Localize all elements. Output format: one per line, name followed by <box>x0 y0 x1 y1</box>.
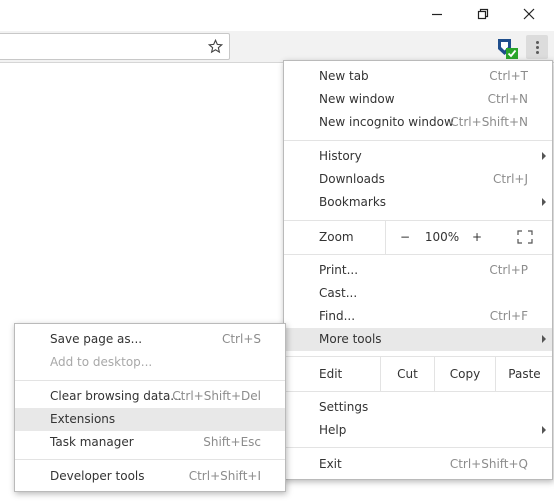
menu-item-cast[interactable]: Cast... <box>284 282 552 305</box>
restore-icon <box>477 8 489 20</box>
menu-label: Add to desktop... <box>50 355 153 369</box>
zoom-out-label: − <box>399 230 411 244</box>
menu-label: Settings <box>319 400 369 414</box>
submenu-arrow-icon <box>542 152 546 160</box>
minimize-icon <box>432 13 442 16</box>
menu-shortcut: Ctrl+T <box>489 69 528 83</box>
menu-shortcut: Ctrl+Shift+N <box>450 115 528 129</box>
submenu-item-save-page[interactable]: Save page as... Ctrl+S <box>15 328 285 351</box>
fullscreen-button[interactable] <box>517 230 533 244</box>
menu-label: History <box>319 149 362 163</box>
menu-row-zoom: Zoom − 100% + <box>284 220 552 254</box>
submenu-item-add-to-desktop: Add to desktop... <box>15 351 285 374</box>
zoom-label: Zoom <box>319 230 354 244</box>
copy-label: Copy <box>449 367 481 381</box>
cut-label: Cut <box>397 367 418 381</box>
menu-item-new-window[interactable]: New window Ctrl+N <box>284 88 552 111</box>
submenu-arrow-icon <box>542 426 546 434</box>
submenu-arrow-icon <box>542 198 546 206</box>
menu-shortcut: Ctrl+F <box>489 309 528 323</box>
menu-item-find[interactable]: Find... Ctrl+F <box>284 305 552 328</box>
zoom-out-button[interactable]: − <box>394 220 416 254</box>
address-bar[interactable] <box>0 33 230 60</box>
edit-label: Edit <box>319 367 343 381</box>
title-bar <box>0 0 554 31</box>
zoom-in-label: + <box>471 230 483 244</box>
more-tools-submenu: Save page as... Ctrl+S Add to desktop...… <box>14 323 286 492</box>
menu-label: New incognito window <box>319 115 454 129</box>
menu-separator <box>15 380 285 381</box>
menu-item-new-tab[interactable]: New tab Ctrl+T <box>284 65 552 88</box>
menu-item-settings[interactable]: Settings <box>284 396 552 419</box>
star-icon <box>207 38 224 54</box>
chrome-menu-button[interactable] <box>526 35 548 59</box>
submenu-item-developer-tools[interactable]: Developer tools Ctrl+Shift+I <box>15 465 285 488</box>
menu-label: Find... <box>319 309 356 323</box>
menu-item-help[interactable]: Help <box>284 419 552 442</box>
menu-separator <box>284 254 552 255</box>
chrome-main-menu: New tab Ctrl+T New window Ctrl+N New inc… <box>283 60 553 480</box>
menu-label: Extensions <box>50 412 116 426</box>
submenu-item-clear-browsing-data[interactable]: Clear browsing data... Ctrl+Shift+Del <box>15 385 285 408</box>
menu-label: New tab <box>319 69 369 83</box>
menu-label: Downloads <box>319 172 385 186</box>
kebab-icon <box>535 40 539 54</box>
menu-separator <box>15 459 285 460</box>
menu-label: Print... <box>319 263 359 277</box>
zoom-level: 100% <box>420 220 464 254</box>
menu-item-bookmarks[interactable]: Bookmarks <box>284 191 552 214</box>
menu-separator <box>284 447 552 448</box>
menu-item-exit[interactable]: Exit Ctrl+Shift+Q <box>284 453 552 476</box>
menu-item-print[interactable]: Print... Ctrl+P <box>284 259 552 282</box>
restore-button[interactable] <box>460 0 506 28</box>
menu-row-edit: Edit Cut Copy Paste <box>284 357 552 391</box>
copy-button[interactable]: Copy <box>435 357 495 391</box>
bookmark-button[interactable] <box>207 38 224 57</box>
menu-item-new-incognito[interactable]: New incognito window Ctrl+Shift+N <box>284 111 552 134</box>
submenu-item-task-manager[interactable]: Task manager Shift+Esc <box>15 431 285 454</box>
menu-shortcut: Ctrl+S <box>221 332 261 346</box>
paste-label: Paste <box>508 367 541 381</box>
close-window-button[interactable] <box>506 0 552 28</box>
zoom-in-button[interactable]: + <box>466 220 488 254</box>
menu-label: Save page as... <box>50 332 143 346</box>
zoom-value: 100% <box>424 230 460 244</box>
close-icon <box>523 8 535 20</box>
menu-label: Cast... <box>319 286 358 300</box>
menu-shortcut: Ctrl+P <box>489 263 528 277</box>
menu-shortcut: Ctrl+Shift+Q <box>449 457 528 471</box>
fullscreen-icon <box>517 230 533 244</box>
paste-button[interactable]: Paste <box>496 357 553 391</box>
submenu-item-extensions[interactable]: Extensions <box>15 408 285 431</box>
menu-label: Developer tools <box>50 469 145 483</box>
menu-separator <box>284 391 552 392</box>
menu-shortcut: Ctrl+Shift+Del <box>172 389 261 403</box>
menu-divider <box>385 220 386 254</box>
extension-shield-icon <box>498 39 518 59</box>
menu-shortcut: Ctrl+Shift+I <box>188 469 261 483</box>
menu-label: More tools <box>319 332 382 346</box>
menu-label: Bookmarks <box>319 195 387 209</box>
submenu-arrow-icon <box>542 335 546 343</box>
menu-separator <box>284 140 552 141</box>
menu-label: Help <box>319 423 347 437</box>
browser-toolbar <box>0 31 554 63</box>
menu-shortcut: Shift+Esc <box>203 435 261 449</box>
menu-label: Task manager <box>50 435 134 449</box>
menu-label: Exit <box>319 457 342 471</box>
extension-button[interactable] <box>495 36 519 60</box>
menu-item-history[interactable]: History <box>284 145 552 168</box>
menu-label: Clear browsing data... <box>50 389 182 403</box>
menu-shortcut: Ctrl+N <box>487 92 528 106</box>
menu-label: New window <box>319 92 395 106</box>
menu-item-downloads[interactable]: Downloads Ctrl+J <box>284 168 552 191</box>
minimize-button[interactable] <box>414 0 460 28</box>
menu-item-more-tools[interactable]: More tools <box>284 328 552 351</box>
cut-button[interactable]: Cut <box>381 357 434 391</box>
menu-shortcut: Ctrl+J <box>493 172 528 186</box>
